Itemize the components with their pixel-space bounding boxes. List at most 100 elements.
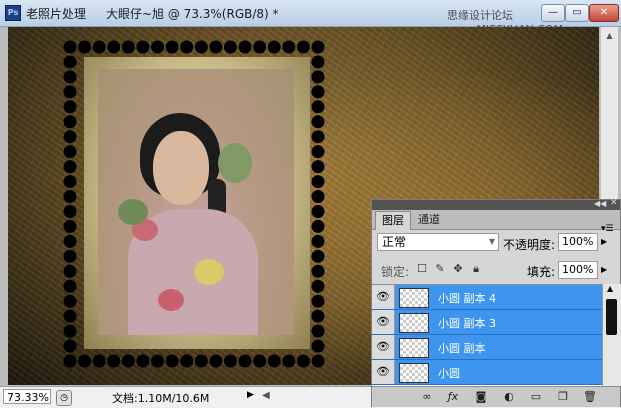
stamp-dot [311,264,325,278]
eye-icon[interactable]: 👁︎ [372,335,395,359]
stamp-dot [209,40,223,54]
layer-row[interactable]: 👁︎ 小圆 [372,360,602,385]
new-layer-icon[interactable]: ❐ [556,390,570,404]
stamp-dot [63,100,77,114]
stamp-dot [63,70,77,84]
stamp-dot [311,160,325,174]
panel-bottom-toolbar: ∞ ƒx ◙ ◐ ▭ ❐ 🗑︎ [372,386,620,407]
stamp-dot [63,324,77,338]
stamp-dot [151,354,165,368]
stamp-dot [238,354,252,368]
window-titlebar[interactable]: Ps 老照片处理 大眼仔~旭 @ 73.3%(RGB/8) * 思缘设计论坛 w… [0,0,621,36]
layer-list: 👁︎ 小圆 副本 4 👁︎ 小圆 副本 3 👁︎ 小圆 副本 👁︎ 小圆 [372,284,602,387]
maximize-button[interactable]: ▭ [565,4,589,22]
stamp-dot [311,70,325,84]
layer-name: 小圆 [438,367,460,380]
trash-icon[interactable]: 🗑︎ [583,390,597,404]
tab-channels[interactable]: 通道 [412,211,446,229]
layer-row[interactable]: 👁︎ 小圆 副本 [372,335,602,360]
eye-icon[interactable]: 👁︎ [372,285,395,309]
layer-name: 小圆 副本 3 [438,317,496,330]
stamp-dot [209,354,223,368]
stamp-dot [63,339,77,353]
layer-row[interactable]: 👁︎ 小圆 副本 3 [372,310,602,335]
stamp-dot [107,354,121,368]
stamp-dot [223,40,237,54]
stamp-dot [63,115,77,129]
stamp-dot [63,309,77,323]
stamp-dot [63,85,77,99]
layer-thumbnail [399,363,429,383]
eye-icon[interactable]: 👁︎ [372,360,395,384]
lock-move-icon[interactable]: ✥ [452,263,464,275]
stamp-dot [311,234,325,248]
fill-label: 填充: [527,265,556,279]
mask-icon[interactable]: ◙ [474,390,488,404]
status-info-icon[interactable]: ◷ [56,390,72,406]
status-menu-arrow-icon[interactable]: ▶ [247,390,254,400]
tab-layers[interactable]: 图层 [375,211,411,230]
stamp-dot [151,40,165,54]
lock-transparent-icon[interactable]: ☐ [416,263,428,275]
chevron-down-icon: ▼ [488,237,495,246]
scrollbar-thumb[interactable] [606,299,617,335]
stamp-dot [63,204,77,218]
stamp-dot [92,354,106,368]
lock-label: 锁定: [381,265,410,279]
stamp-dot [63,130,77,144]
stamp-dotted-border [63,40,325,368]
panel-header-bar[interactable]: ◀◀ ✕ [372,198,620,210]
stamp-dot [296,40,310,54]
stamp-dot [78,40,92,54]
group-folder-icon[interactable]: ▭ [529,390,543,404]
stamp-dot [238,40,252,54]
layer-name: 小圆 副本 [438,342,486,355]
panel-tabs: 图层 通道 ▾☰ [372,210,620,234]
stamp-dot [63,55,77,69]
stamp-dot [92,40,106,54]
stamp-dot [63,190,77,204]
stamp-dot [63,279,77,293]
stamp-dot [267,40,281,54]
document-title: 大眼仔~旭 @ 73.3%(RGB/8) * [106,7,279,21]
stamp-dot [311,309,325,323]
eye-icon[interactable]: 👁︎ [372,310,395,334]
zoom-level-field[interactable]: 73.33% [3,389,51,404]
stamp-dot [311,324,325,338]
opacity-label: 不透明度: [503,238,556,252]
stamp-dot [107,40,121,54]
lock-all-icon[interactable]: 🔒︎ [470,263,482,275]
opacity-input[interactable]: 100% [558,233,598,251]
layer-name: 小圆 副本 4 [438,292,496,305]
fill-input[interactable]: 100% [558,261,598,279]
scroll-up-arrow-icon[interactable]: ▲ [601,27,618,44]
stamp-dot [311,339,325,353]
stamp-dot [63,40,77,54]
scroll-left-arrow-icon[interactable]: ◀ [262,390,270,401]
stamp-dot [63,160,77,174]
fx-icon[interactable]: ƒx [446,390,460,404]
panel-close-icon[interactable]: ✕ [610,198,618,208]
stamp-dot [311,354,325,368]
fill-dropdown-arrow-icon[interactable]: ▶ [601,265,607,274]
stamp-dot [165,40,179,54]
blend-mode-select[interactable]: 正常 ▼ [377,233,499,251]
stamp-dot [311,190,325,204]
layer-thumbnail [399,288,429,308]
stamp-dot [63,249,77,263]
lock-brush-icon[interactable]: ✎ [434,263,446,275]
scroll-up-arrow-icon[interactable]: ▲ [607,284,613,293]
stamp-dot [253,354,267,368]
minimize-button[interactable]: — [541,4,565,22]
stamp-dot [63,219,77,233]
close-button[interactable]: ✕ [589,4,619,22]
layer-row[interactable]: 👁︎ 小圆 副本 4 [372,285,602,310]
adjustment-icon[interactable]: ◐ [502,390,516,404]
panel-menu-icon[interactable]: ▾☰ [601,224,614,234]
opacity-dropdown-arrow-icon[interactable]: ▶ [601,237,607,246]
layer-list-scrollbar[interactable]: ▲ [602,284,621,386]
stamp-dot [121,40,135,54]
app-title: 老照片处理 [26,7,87,21]
collapse-icon[interactable]: ◀◀ [594,199,606,208]
link-icon[interactable]: ∞ [420,390,434,404]
